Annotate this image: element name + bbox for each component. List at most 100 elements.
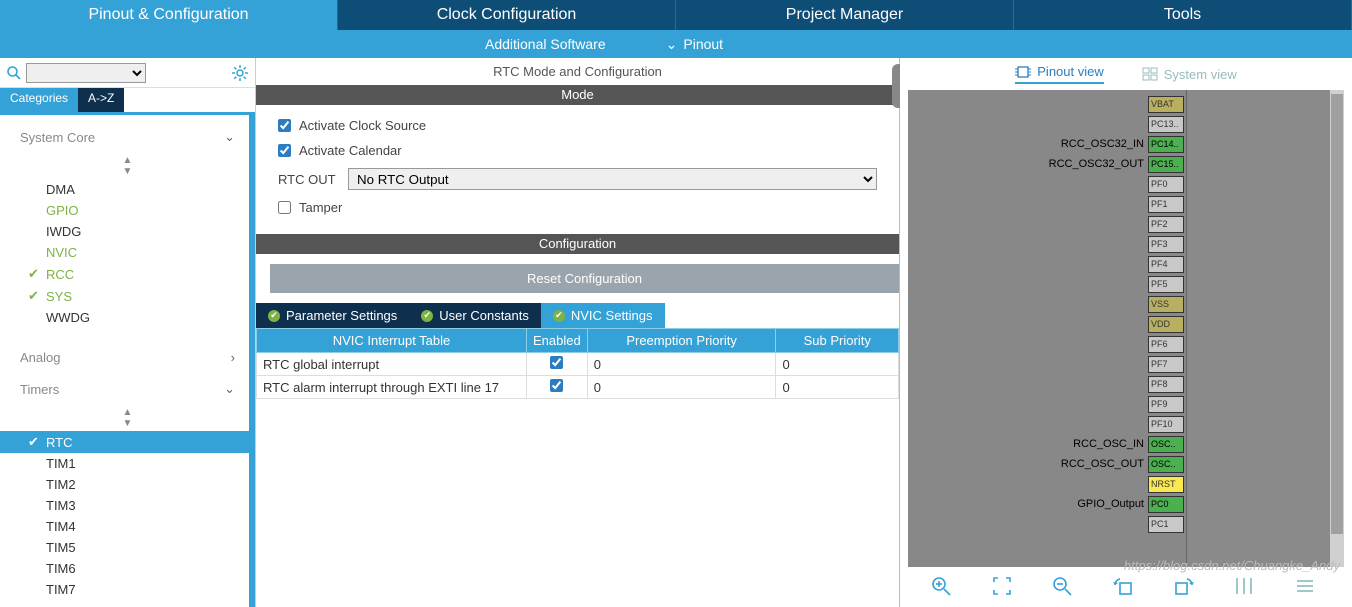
rotate-ccw-icon[interactable] [1112, 575, 1140, 597]
pin-box[interactable]: PC14.. [1148, 136, 1184, 153]
col-sub[interactable]: Sub Priority [776, 329, 899, 353]
pin-box[interactable]: PC13.. [1148, 116, 1184, 133]
pin-box[interactable]: PC0 [1148, 496, 1184, 513]
activate-calendar-checkbox[interactable] [278, 144, 291, 157]
peripheral-tree[interactable]: System Core ⌄ ▲▼ DMA GPIO IWDG NVIC ✔RCC… [0, 112, 255, 607]
pin-row[interactable]: NRST [1049, 474, 1184, 494]
sort-icon[interactable]: ▲▼ [0, 153, 255, 179]
zoom-out-icon[interactable] [1051, 575, 1079, 597]
pin-row[interactable]: RCC_OSC32_OUTPC15.. [1049, 154, 1184, 174]
pin-row[interactable]: PF1 [1049, 194, 1184, 214]
search-input[interactable] [26, 63, 146, 83]
pin-row[interactable]: RCC_OSC_INOSC.. [1049, 434, 1184, 454]
rotate-cw-icon[interactable] [1173, 575, 1201, 597]
enabled-checkbox[interactable] [550, 356, 563, 369]
pin-box[interactable]: VDD [1148, 316, 1184, 333]
table-row[interactable]: RTC alarm interrupt through EXTI line 17… [257, 376, 899, 399]
additional-software-link[interactable]: Additional Software [485, 36, 606, 52]
pinout-view-tab[interactable]: Pinout view [1015, 64, 1103, 84]
pin-row[interactable]: PF9 [1049, 394, 1184, 414]
pin-box[interactable]: PC15.. [1148, 156, 1184, 173]
pinout-dropdown[interactable]: Pinout [683, 36, 723, 52]
pin-box[interactable]: PC1 [1148, 516, 1184, 533]
pin-box[interactable]: NRST [1148, 476, 1184, 493]
sidebar-item-wwdg[interactable]: WWDG [0, 307, 255, 328]
pin-row[interactable]: PF0 [1049, 174, 1184, 194]
pin-row[interactable]: PF6 [1049, 334, 1184, 354]
sidebar-item-iwdg[interactable]: IWDG [0, 221, 255, 242]
pin-box[interactable]: PF3 [1148, 236, 1184, 253]
gear-icon[interactable] [231, 64, 249, 82]
pin-row[interactable]: PF10 [1049, 414, 1184, 434]
pin-row[interactable]: PF2 [1049, 214, 1184, 234]
tab-parameter-settings[interactable]: ✔Parameter Settings [256, 303, 409, 328]
pin-box[interactable]: PF10 [1148, 416, 1184, 433]
pin-box[interactable]: PF4 [1148, 256, 1184, 273]
tab-user-constants[interactable]: ✔User Constants [409, 303, 541, 328]
sidebar-item-tim2[interactable]: TIM2 [0, 474, 255, 495]
pin-box[interactable]: OSC.. [1148, 436, 1184, 453]
pin-row[interactable]: PF7 [1049, 354, 1184, 374]
az-tab[interactable]: A->Z [78, 88, 124, 112]
sidebar-item-sys[interactable]: ✔SYS [0, 285, 255, 307]
scroll-thumb[interactable] [1331, 94, 1343, 534]
sidebar-item-rcc[interactable]: ✔RCC [0, 263, 255, 285]
search-icon[interactable] [6, 65, 22, 81]
sidebar-item-tim5[interactable]: TIM5 [0, 537, 255, 558]
pin-row[interactable]: PC13.. [1049, 114, 1184, 134]
col-interrupt[interactable]: NVIC Interrupt Table [257, 329, 527, 353]
sort-icon[interactable]: ▲▼ [0, 405, 255, 431]
pin-row[interactable]: PC1 [1049, 514, 1184, 534]
menu-icon[interactable] [1294, 575, 1322, 597]
pin-box[interactable]: PF1 [1148, 196, 1184, 213]
sidebar-scrollbar[interactable] [249, 115, 255, 607]
pin-row[interactable]: PF3 [1049, 234, 1184, 254]
pin-row[interactable]: PF8 [1049, 374, 1184, 394]
pin-box[interactable]: PF9 [1148, 396, 1184, 413]
sidebar-item-tim1[interactable]: TIM1 [0, 453, 255, 474]
pin-box[interactable]: PF8 [1148, 376, 1184, 393]
pin-box[interactable]: PF6 [1148, 336, 1184, 353]
pin-row[interactable]: VBAT [1049, 94, 1184, 114]
pin-row[interactable]: RCC_OSC_OUTOSC.. [1049, 454, 1184, 474]
chip-scrollbar[interactable] [1330, 90, 1344, 567]
sidebar-item-tim4[interactable]: TIM4 [0, 516, 255, 537]
cell-sub[interactable]: 0 [776, 353, 899, 376]
sidebar-item-nvic[interactable]: NVIC [0, 242, 255, 263]
categories-tab[interactable]: Categories [0, 88, 78, 112]
cell-preempt[interactable]: 0 [587, 353, 776, 376]
system-view-tab[interactable]: System view [1142, 64, 1237, 84]
group-system-core[interactable]: System Core ⌄ [0, 121, 255, 153]
fit-icon[interactable] [991, 575, 1019, 597]
pin-box[interactable]: PF7 [1148, 356, 1184, 373]
pin-box[interactable]: PF5 [1148, 276, 1184, 293]
tab-project[interactable]: Project Manager [676, 0, 1014, 30]
zoom-in-icon[interactable] [930, 575, 958, 597]
cell-sub[interactable]: 0 [776, 376, 899, 399]
tab-nvic-settings[interactable]: ✔NVIC Settings [541, 303, 665, 328]
sidebar-item-tim3[interactable]: TIM3 [0, 495, 255, 516]
tab-pinout[interactable]: Pinout & Configuration [0, 0, 338, 30]
grid-icon[interactable] [1233, 575, 1261, 597]
sidebar-item-tim6[interactable]: TIM6 [0, 558, 255, 579]
activate-clock-checkbox[interactable] [278, 119, 291, 132]
tamper-checkbox[interactable] [278, 201, 291, 214]
pin-row[interactable]: GPIO_OutputPC0 [1049, 494, 1184, 514]
panel-grip-icon[interactable] [892, 64, 900, 108]
pin-row[interactable]: PF4 [1049, 254, 1184, 274]
tab-clock[interactable]: Clock Configuration [338, 0, 676, 30]
sidebar-item-tim7[interactable]: TIM7 [0, 579, 255, 600]
pin-box[interactable]: PF2 [1148, 216, 1184, 233]
pin-box[interactable]: VSS [1148, 296, 1184, 313]
chip-canvas[interactable]: VBAT PC13..RCC_OSC32_INPC14..RCC_OSC32_OU… [908, 90, 1344, 567]
enabled-checkbox[interactable] [550, 379, 563, 392]
pin-box[interactable]: PF0 [1148, 176, 1184, 193]
pin-box[interactable]: OSC.. [1148, 456, 1184, 473]
col-enabled[interactable]: Enabled [527, 329, 588, 353]
pin-row[interactable]: PF5 [1049, 274, 1184, 294]
reset-configuration-button[interactable]: Reset Configuration [270, 264, 899, 293]
cell-preempt[interactable]: 0 [587, 376, 776, 399]
pin-row[interactable]: RCC_OSC32_INPC14.. [1049, 134, 1184, 154]
col-preempt[interactable]: Preemption Priority [587, 329, 776, 353]
table-row[interactable]: RTC global interrupt 0 0 [257, 353, 899, 376]
